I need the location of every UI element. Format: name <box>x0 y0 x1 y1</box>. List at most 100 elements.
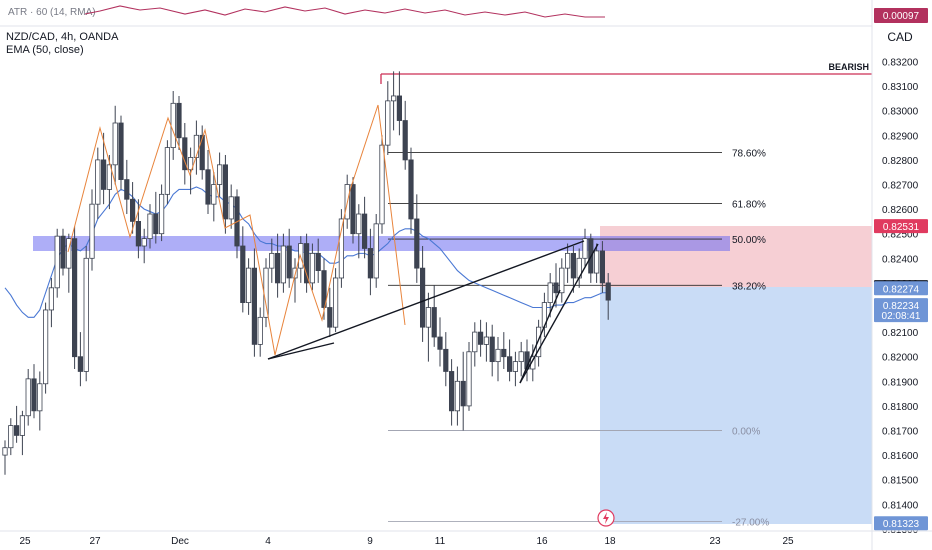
candle-body <box>506 356 513 372</box>
candle-body <box>193 134 199 158</box>
time-tick-label: 27 <box>89 536 101 547</box>
price-tick-label: 0.83200 <box>882 58 919 69</box>
fib-level-label: 61.80% <box>732 199 766 210</box>
candle-body <box>553 282 559 294</box>
candle-body <box>309 252 316 284</box>
fib-level-label: 50.00% <box>732 235 766 246</box>
candle-body <box>48 287 55 311</box>
candle-body <box>251 267 257 345</box>
candle-body <box>332 277 339 328</box>
candle-body <box>408 159 414 220</box>
price-tick-label: 0.81400 <box>882 500 919 511</box>
price-label-blue: 0.81323 <box>874 516 928 531</box>
price-tick-label: 0.83100 <box>882 82 919 93</box>
candle-body <box>286 245 292 279</box>
candle-body <box>199 134 205 171</box>
price-tick-label: 0.82900 <box>882 131 919 142</box>
candle-body <box>211 184 217 205</box>
candle-body <box>31 378 37 412</box>
fib-level-label: 78.60% <box>732 149 766 160</box>
candle-body <box>414 218 420 269</box>
candle-body <box>454 380 461 412</box>
candle-body <box>495 348 501 363</box>
candle-body <box>373 223 379 279</box>
price-tick-label: 0.82600 <box>882 205 919 216</box>
candle-body <box>141 238 147 247</box>
candle-body <box>240 245 246 303</box>
candle-body <box>361 213 368 249</box>
price-label-red: 0.82531 <box>874 219 928 234</box>
price-tick-label: 0.82400 <box>882 254 919 265</box>
candle-body <box>176 102 182 139</box>
candle-body <box>483 336 490 345</box>
candle-body <box>367 248 374 279</box>
time-tick-label: 11 <box>435 536 446 547</box>
price-label-blue: 0.82274 <box>874 281 928 296</box>
candle-body <box>25 378 31 417</box>
candle-body <box>112 122 118 166</box>
position-target-zone[interactable] <box>600 287 872 524</box>
candle-body <box>72 238 78 358</box>
candle-body <box>327 307 333 328</box>
price-tick-label: 0.82700 <box>882 181 919 192</box>
bearish-label: BEARISH <box>828 62 869 72</box>
svg-text:02:08:41: 02:08:41 <box>882 311 921 322</box>
candle-body <box>599 250 606 284</box>
candle-body <box>205 169 211 205</box>
candle-body <box>385 100 391 146</box>
currency-button[interactable]: CAD <box>877 30 923 44</box>
price-tick-label: 0.82100 <box>882 328 919 339</box>
time-tick-label: Dec <box>171 536 189 547</box>
candle-body <box>274 252 281 284</box>
candle-body <box>118 122 124 180</box>
price-tick-label: 0.81900 <box>882 377 919 388</box>
svg-text:0.82531: 0.82531 <box>883 222 920 233</box>
svg-text:0.82274: 0.82274 <box>883 284 920 295</box>
candle-body <box>89 203 95 259</box>
price-tick-label: 0.82800 <box>882 156 919 167</box>
candle-body <box>443 348 449 372</box>
candle-body <box>2 447 8 456</box>
candle-body <box>477 331 484 345</box>
candle-body <box>605 282 611 301</box>
candle-body <box>164 147 170 195</box>
candle-body <box>43 309 49 385</box>
ema-legend-label: EMA (50, close) <box>6 44 84 56</box>
candle-body <box>95 159 101 205</box>
candle-body <box>303 243 310 284</box>
candle-body <box>350 184 356 235</box>
candle-body <box>512 361 519 372</box>
alert-icon[interactable] <box>597 509 615 527</box>
candle-body <box>77 356 83 372</box>
time-tick-label: 16 <box>536 536 548 547</box>
candle-body <box>269 252 275 269</box>
candle-body <box>419 267 426 328</box>
fib-level-label: -27.00% <box>732 518 769 529</box>
candle-body <box>472 331 478 353</box>
candle-body <box>594 250 600 274</box>
candle-body <box>101 159 107 190</box>
candle-body <box>356 213 362 235</box>
candle-body <box>460 380 466 407</box>
candle-body <box>245 267 252 303</box>
symbol-label: NZD/CAD, 4h, OANDA <box>6 31 119 43</box>
candle-body <box>54 235 60 289</box>
candle-body <box>559 267 565 294</box>
price-chart[interactable]: BEARISH 78.60% 61.80% 50.00% 38.20% 0.00% -27… <box>0 0 932 550</box>
price-tick-label: 0.83000 <box>882 107 919 118</box>
candle-body <box>518 351 524 363</box>
candle-body <box>448 371 455 412</box>
svg-text:0.00097: 0.00097 <box>883 11 920 22</box>
candle-body <box>60 235 66 269</box>
time-axis[interactable]: 25 27 Dec 4 9 11 16 18 23 25 <box>19 536 794 547</box>
candle-body <box>257 316 263 345</box>
candle-body <box>13 425 20 436</box>
candle-body <box>425 307 432 328</box>
candle-body <box>8 425 14 449</box>
time-tick-label: 4 <box>265 536 271 547</box>
price-tick-label: 0.81500 <box>882 476 919 487</box>
price-tick-label: 0.81600 <box>882 451 919 462</box>
candle-body <box>263 267 269 318</box>
svg-text:0.81323: 0.81323 <box>883 519 920 530</box>
candle-body <box>570 252 577 279</box>
